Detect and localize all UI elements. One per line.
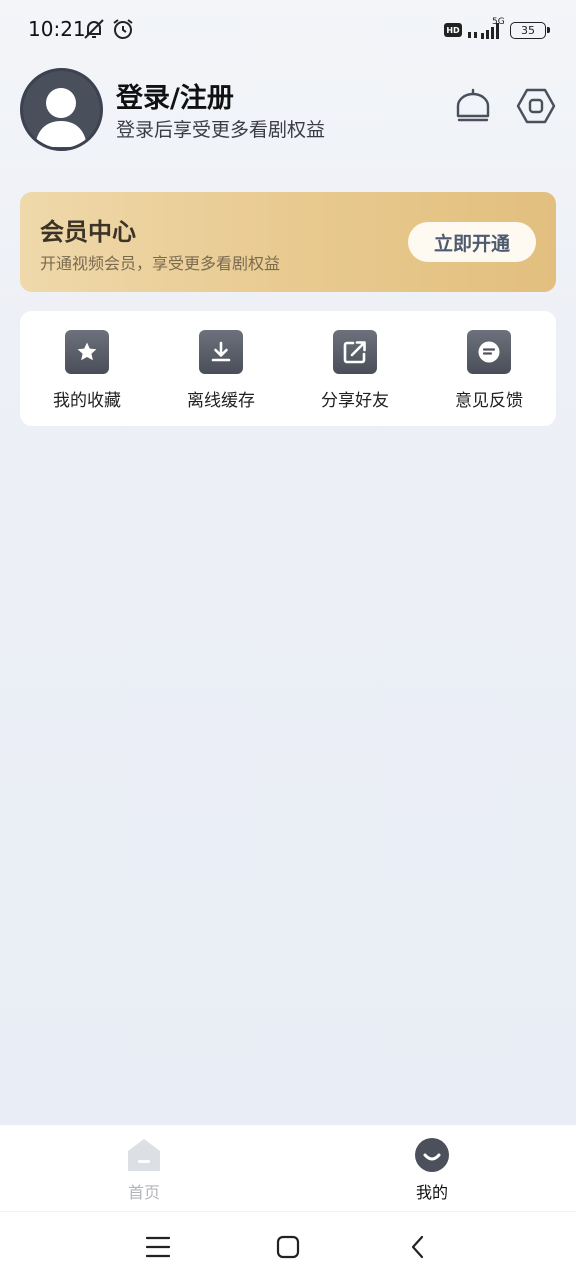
network-type: 5G [492, 17, 505, 27]
status-indicators: HD 5G 35 [444, 17, 550, 41]
alarm-icon [113, 19, 133, 39]
nav-home[interactable]: 首页 [84, 1125, 204, 1211]
feedback-label: 意见反馈 [455, 391, 523, 411]
nav-mine[interactable]: 我的 [372, 1125, 492, 1211]
settings-icon[interactable] [516, 86, 556, 126]
system-navigation-bar [0, 1211, 576, 1280]
status-time: 10:21 [28, 17, 86, 41]
offline-cache-action[interactable]: 离线缓存 [154, 311, 288, 426]
offline-cache-label: 离线缓存 [187, 391, 255, 411]
vip-title: 会员中心 [40, 218, 136, 246]
feedback-action[interactable]: 意见反馈 [422, 311, 556, 426]
vip-center-card[interactable]: 会员中心 开通视频会员，享受更多看剧权益 立即开通 [20, 192, 556, 292]
tv-icon[interactable] [453, 86, 493, 126]
download-icon [199, 330, 243, 374]
favorites-label: 我的收藏 [53, 391, 121, 411]
star-icon [65, 330, 109, 374]
status-bar: 10:21 HD 5G 35 [0, 0, 576, 60]
avatar[interactable] [20, 68, 103, 151]
hd-badge: HD [444, 23, 462, 37]
back-icon[interactable] [403, 1232, 433, 1262]
login-register-link[interactable]: 登录/注册 [116, 76, 234, 115]
battery-level: 35 [521, 23, 535, 37]
mute-bell-icon [84, 19, 104, 39]
share-friends-action[interactable]: 分享好友 [288, 311, 422, 426]
feedback-icon [467, 330, 511, 374]
quick-actions-card: 我的收藏 离线缓存 分享好友 意见反馈 [20, 311, 556, 426]
vip-subtitle: 开通视频会员，享受更多看剧权益 [40, 254, 281, 273]
share-friends-label: 分享好友 [321, 391, 389, 411]
nav-mine-label: 我的 [415, 1183, 448, 1202]
page-background [0, 0, 576, 1125]
bottom-navigation: 首页 我的 [0, 1125, 576, 1211]
share-icon [333, 330, 377, 374]
signal-icon: 5G [468, 17, 505, 41]
favorites-action[interactable]: 我的收藏 [20, 311, 154, 426]
battery-icon: 35 [510, 21, 550, 39]
login-subtitle: 登录后享受更多看剧权益 [116, 119, 326, 141]
nav-home-label: 首页 [127, 1183, 160, 1202]
home-square-icon[interactable] [273, 1232, 303, 1262]
mine-icon [415, 1138, 449, 1172]
menu-icon[interactable] [143, 1232, 173, 1262]
activate-vip-button[interactable]: 立即开通 [408, 222, 536, 262]
home-icon [128, 1139, 160, 1171]
